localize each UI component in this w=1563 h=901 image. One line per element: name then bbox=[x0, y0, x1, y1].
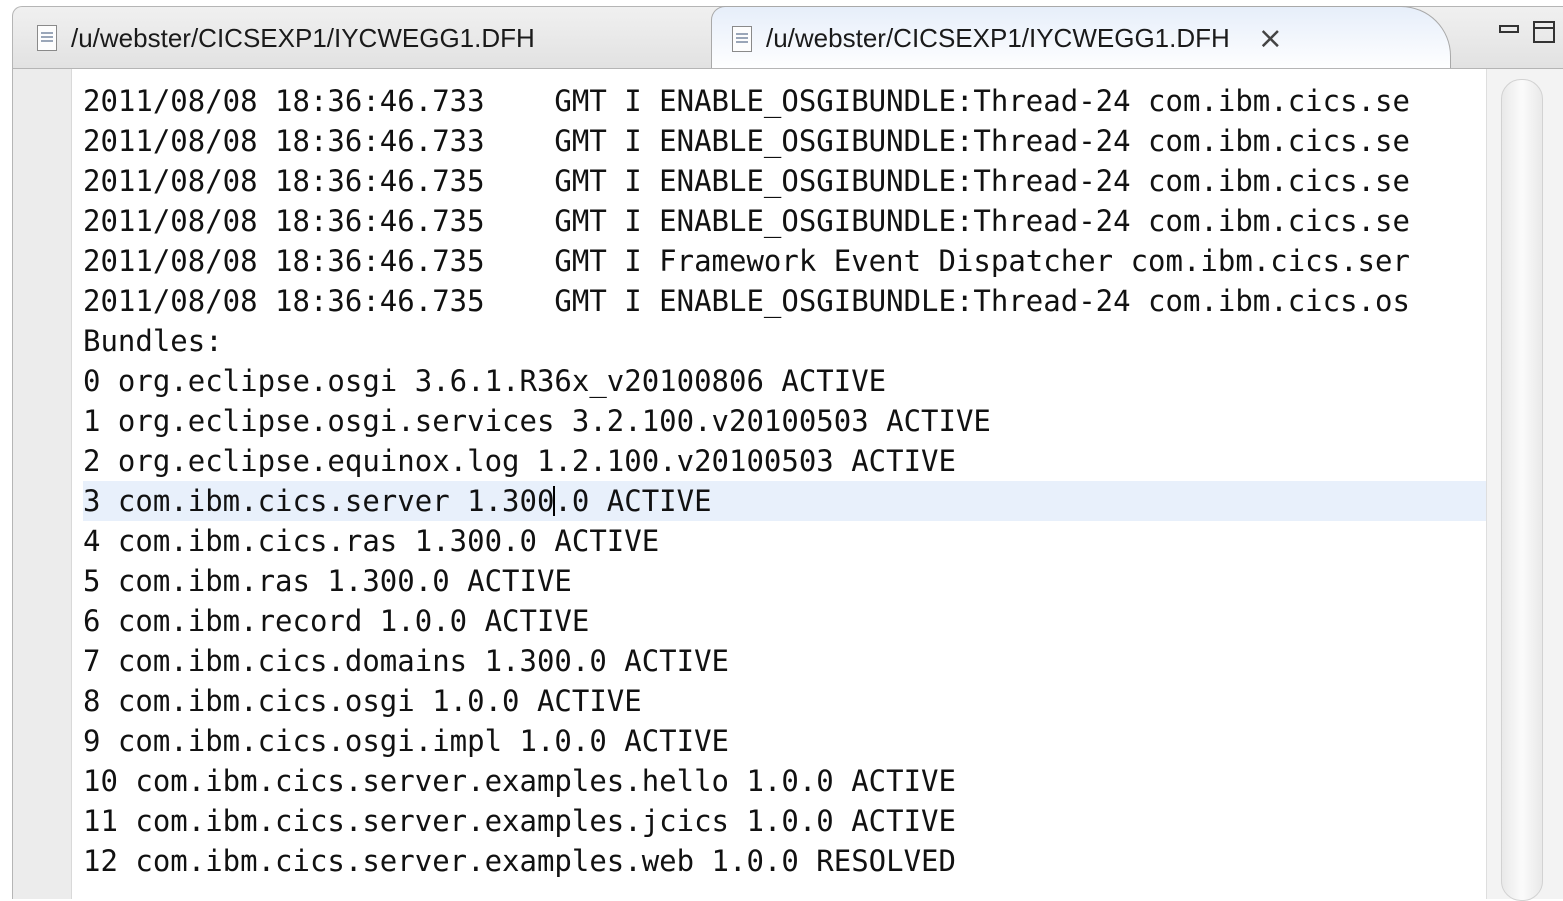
tab-file-active[interactable]: /u/webster/CICSEXP1/IYCWEGG1.DFH ⨯ bbox=[711, 6, 1451, 70]
text-file-icon bbox=[37, 25, 57, 51]
close-icon[interactable]: ⨯ bbox=[1258, 23, 1283, 54]
tab-label: /u/webster/CICSEXP1/IYCWEGG1.DFH bbox=[71, 22, 535, 53]
editor-line: 4 com.ibm.cics.ras 1.300.0 ACTIVE bbox=[83, 524, 660, 558]
editor-window: /u/webster/CICSEXP1/IYCWEGG1.DFH /u/webs… bbox=[0, 0, 1563, 901]
minimize-icon[interactable] bbox=[1499, 25, 1519, 33]
editor-content[interactable]: 2011/08/08 18:36:46.733 GMT I ENABLE_OSG… bbox=[83, 81, 1488, 896]
editor-line: 1 org.eclipse.osgi.services 3.2.100.v201… bbox=[83, 404, 991, 438]
editor-line: Bundles: bbox=[83, 324, 223, 358]
vertical-scrollbar[interactable] bbox=[1486, 69, 1563, 901]
editor-line: 8 com.ibm.cics.osgi 1.0.0 ACTIVE bbox=[83, 684, 642, 718]
text-editor[interactable]: 2011/08/08 18:36:46.733 GMT I ENABLE_OSG… bbox=[12, 68, 1563, 901]
editor-line: 2011/08/08 18:36:46.735 GMT I Framework … bbox=[83, 244, 1410, 278]
editor-line: 2 org.eclipse.equinox.log 1.2.100.v20100… bbox=[83, 444, 956, 478]
editor-line: 2011/08/08 18:36:46.733 GMT I ENABLE_OSG… bbox=[83, 84, 1410, 118]
editor-line: 10 com.ibm.cics.server.examples.hello 1.… bbox=[83, 764, 956, 798]
tab-file-inactive[interactable]: /u/webster/CICSEXP1/IYCWEGG1.DFH bbox=[23, 7, 713, 69]
tab-label: /u/webster/CICSEXP1/IYCWEGG1.DFH bbox=[766, 23, 1230, 53]
editor-line: 2011/08/08 18:36:46.733 GMT I ENABLE_OSG… bbox=[83, 124, 1410, 158]
editor-line-current: 3 com.ibm.cics.server 1.300.0 ACTIVE bbox=[83, 481, 1488, 521]
text-file-icon bbox=[732, 25, 752, 52]
current-line-text-after-caret: .0 ACTIVE bbox=[554, 484, 712, 518]
current-line-text-before-caret: 3 com.ibm.cics.server 1.300 bbox=[83, 484, 555, 518]
editor-line: 7 com.ibm.cics.domains 1.300.0 ACTIVE bbox=[83, 644, 730, 678]
editor-ruler bbox=[13, 69, 72, 899]
editor-line: 12 com.ibm.cics.server.examples.web 1.0.… bbox=[83, 844, 956, 878]
editor-line: 0 org.eclipse.osgi 3.6.1.R36x_v20100806 … bbox=[83, 364, 887, 398]
editor-line: 6 com.ibm.record 1.0.0 ACTIVE bbox=[83, 604, 590, 638]
editor-line: 5 com.ibm.ras 1.300.0 ACTIVE bbox=[83, 564, 572, 598]
editor-line: 2011/08/08 18:36:46.735 GMT I ENABLE_OSG… bbox=[83, 204, 1410, 238]
editor-line: 2011/08/08 18:36:46.735 GMT I ENABLE_OSG… bbox=[83, 284, 1410, 318]
editor-line: 11 com.ibm.cics.server.examples.jcics 1.… bbox=[83, 804, 956, 838]
editor-line: 9 com.ibm.cics.osgi.impl 1.0.0 ACTIVE bbox=[83, 724, 730, 758]
scrollbar-thumb[interactable] bbox=[1501, 79, 1543, 901]
tab-bar: /u/webster/CICSEXP1/IYCWEGG1.DFH /u/webs… bbox=[12, 6, 1563, 70]
view-controls bbox=[1499, 21, 1555, 43]
editor-line: 2011/08/08 18:36:46.735 GMT I ENABLE_OSG… bbox=[83, 164, 1410, 198]
maximize-icon[interactable] bbox=[1533, 21, 1555, 43]
